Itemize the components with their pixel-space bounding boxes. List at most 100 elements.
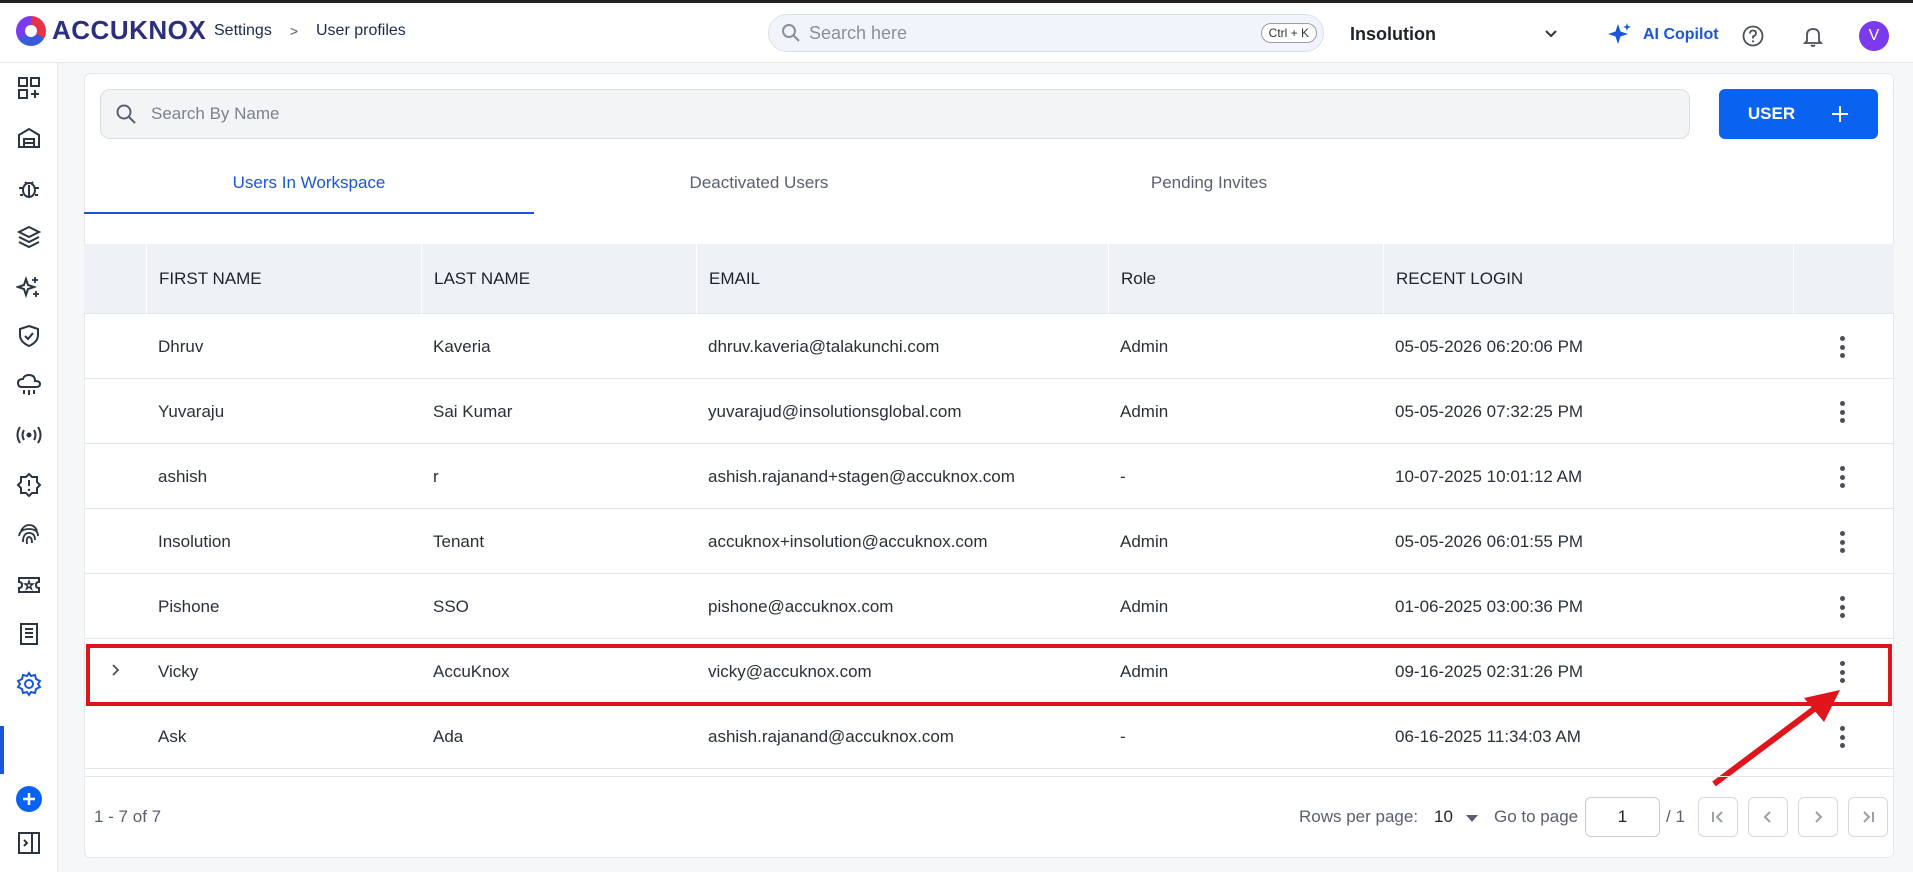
page-number-input[interactable] <box>1585 797 1660 837</box>
column-last-name[interactable]: LAST NAME <box>421 244 696 314</box>
cell-last-name: Ada <box>433 727 464 746</box>
more-options-icon[interactable] <box>1830 334 1854 360</box>
next-page-button[interactable] <box>1798 797 1838 837</box>
page-total: / 1 <box>1666 807 1685 826</box>
issues-icon[interactable] <box>15 174 43 202</box>
table-row[interactable]: Dhruv Kaveria dhruv.kaveria@talakunchi.com… <box>84 314 1894 379</box>
breadcrumb-user-profiles: User profiles <box>316 22 406 39</box>
more-options-icon[interactable] <box>1830 399 1854 425</box>
first-page-icon <box>1712 811 1723 823</box>
brand-name: ACCUKNOX <box>52 15 207 45</box>
chevron-right-icon[interactable] <box>106 661 124 679</box>
ai-icon[interactable] <box>15 273 43 301</box>
table-row[interactable]: ashish r ashish.rajanand+stagen@accuknox.c… <box>84 444 1894 509</box>
global-search-input[interactable]: Search here Ctrl + K <box>768 14 1324 52</box>
ai-copilot-label: AI Copilot <box>1643 26 1719 43</box>
ai-copilot-button[interactable]: AI Copilot <box>1607 22 1719 48</box>
tab-pending-invites[interactable]: Pending Invites <box>984 160 1434 214</box>
cell-recent-login: 05-05-2026 06:20:06 PM <box>1395 337 1584 356</box>
result-count: 1 - 7 of 7 <box>94 807 162 826</box>
layers-icon[interactable] <box>15 223 43 251</box>
search-icon <box>782 24 800 42</box>
table-row[interactable]: Pishone SSO pishone@accuknox.com Admin 01-06… <box>84 574 1894 639</box>
logo-mark-icon <box>16 15 46 46</box>
prev-page-button[interactable] <box>1748 797 1788 837</box>
column-role[interactable]: Role <box>1108 244 1383 314</box>
chevron-down-icon[interactable] <box>1543 25 1559 41</box>
cell-last-name: SSO <box>433 597 469 616</box>
cell-role: - <box>1120 467 1126 486</box>
more-options-icon[interactable] <box>1830 594 1854 620</box>
cell-role: Admin <box>1120 597 1169 616</box>
alerts-icon[interactable] <box>15 471 43 499</box>
cell-role: Admin <box>1120 337 1169 356</box>
tickets-icon[interactable] <box>15 571 43 599</box>
bell-icon[interactable] <box>1802 25 1824 47</box>
chevron-right-icon <box>1815 811 1823 823</box>
user-avatar[interactable]: V <box>1859 21 1889 51</box>
reports-icon[interactable] <box>15 620 43 648</box>
table-row[interactable]: Yuvaraju Sai Kumar yuvarajud@insolutionsgl… <box>84 379 1894 444</box>
chevron-left-icon <box>1763 811 1771 823</box>
settings-icon[interactable] <box>15 670 43 698</box>
cell-recent-login: 09-16-2025 02:31:26 PM <box>1395 662 1584 681</box>
more-options-icon[interactable] <box>1830 529 1854 555</box>
cell-first-name: Dhruv <box>158 337 204 356</box>
user-search-input[interactable]: Search By Name <box>100 89 1690 139</box>
column-email[interactable]: EMAIL <box>696 244 1108 314</box>
tab-deactivated-users[interactable]: Deactivated Users <box>534 160 984 214</box>
cell-first-name: Vicky <box>158 662 199 681</box>
rows-per-page-select[interactable]: 10 <box>1434 807 1453 827</box>
last-page-icon <box>1863 811 1874 823</box>
rows-per-page-label: Rows per page: <box>1299 807 1419 826</box>
cell-first-name: Pishone <box>158 597 220 616</box>
table-row[interactable]: Vicky AccuKnox vicky@accuknox.com Admin 09-1… <box>84 639 1894 704</box>
first-page-button[interactable] <box>1698 797 1738 837</box>
column-recent-login[interactable]: RECENT LOGIN <box>1383 244 1793 314</box>
sparkle-icon <box>1608 23 1631 44</box>
users-table: FIRST NAME LAST NAME EMAIL Role RECENT L… <box>84 244 1894 769</box>
cloud-icon[interactable] <box>15 371 43 399</box>
last-page-button[interactable] <box>1848 797 1888 837</box>
caret-down-icon[interactable] <box>1466 815 1478 822</box>
brand-logo[interactable]: ACCUKNOX <box>16 15 206 46</box>
cell-last-name: Tenant <box>433 532 485 551</box>
user-tabs: Users In Workspace Deactivated Users Pen… <box>84 160 1894 214</box>
cell-last-name: Sai Kumar <box>433 402 513 421</box>
table-row[interactable]: Ask Ada ashish.rajanand@accuknox.com - 06-16… <box>84 704 1894 769</box>
identity-icon[interactable] <box>15 521 43 549</box>
add-icon[interactable] <box>15 785 43 813</box>
compliance-icon[interactable] <box>15 322 43 350</box>
cell-role: Admin <box>1120 662 1169 681</box>
cell-role: Admin <box>1120 402 1169 421</box>
go-to-page-label: Go to page <box>1494 807 1579 826</box>
tab-users-in-workspace[interactable]: Users In Workspace <box>84 160 534 214</box>
column-first-name[interactable]: FIRST NAME <box>146 244 421 314</box>
cell-first-name: Insolution <box>158 532 231 551</box>
more-options-icon[interactable] <box>1830 464 1854 490</box>
cell-first-name: ashish <box>158 467 208 486</box>
cell-last-name: r <box>433 467 439 486</box>
top-bar: ACCUKNOX Settings > User profiles Search… <box>0 0 1913 63</box>
inventory-icon[interactable] <box>15 124 43 152</box>
cell-email: ashish.rajanand+stagen@accuknox.com <box>708 467 1015 486</box>
pagination-bar: 1 - 7 of 7 Rows per page: 10 Go to page … <box>84 776 1894 858</box>
shortcut-badge: Ctrl + K <box>1260 23 1317 43</box>
user-search-placeholder: Search By Name <box>151 104 280 123</box>
cell-role: Admin <box>1120 532 1169 551</box>
runtime-icon[interactable] <box>15 421 43 449</box>
breadcrumb: Settings > User profiles <box>214 22 406 40</box>
cell-first-name: Ask <box>158 727 187 746</box>
table-row[interactable]: Insolution Tenant accuknox+insolution@accu… <box>84 509 1894 574</box>
cell-recent-login: 06-16-2025 11:34:03 AM <box>1395 727 1581 746</box>
breadcrumb-settings[interactable]: Settings <box>214 22 272 40</box>
breadcrumb-separator: > <box>289 23 298 39</box>
help-icon[interactable] <box>1742 25 1764 47</box>
annotation-arrow <box>1712 690 1840 787</box>
collapse-icon[interactable] <box>15 829 43 857</box>
add-user-button[interactable]: USER <box>1719 89 1878 139</box>
plus-icon <box>1832 106 1849 122</box>
workspace-selector[interactable]: Insolution <box>1350 24 1436 45</box>
cell-recent-login: 05-05-2026 06:01:55 PM <box>1395 532 1584 551</box>
dashboard-icon[interactable] <box>15 74 43 102</box>
